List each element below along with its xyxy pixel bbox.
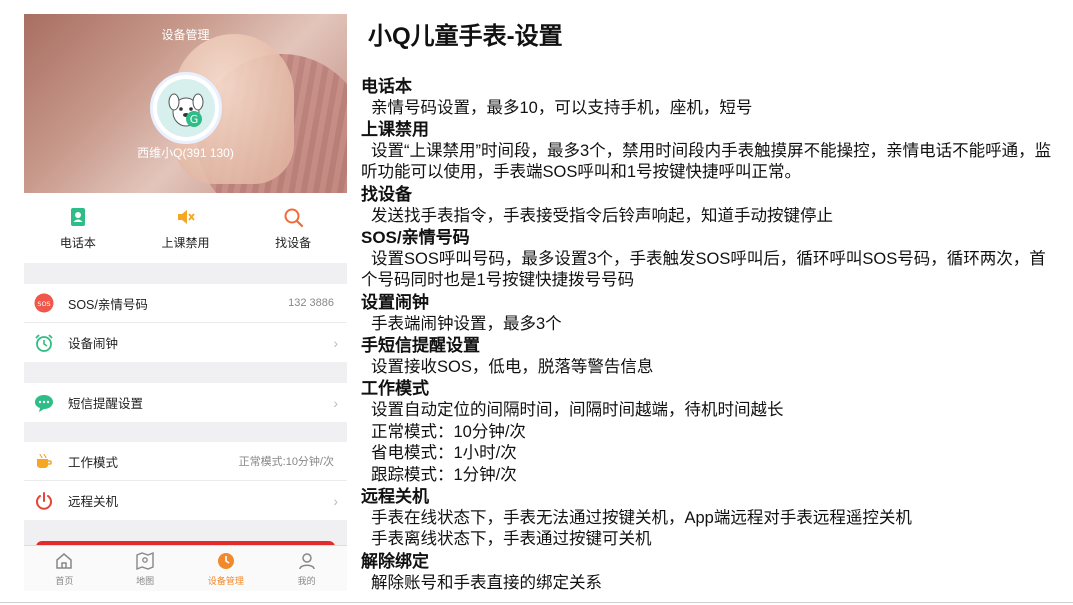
row-sms-label: 短信提醒设置	[68, 397, 144, 411]
device-name: 西维小Q(391 130)	[137, 146, 234, 160]
document-title: 小Q儿童手表-设置	[368, 23, 563, 50]
quick-class-mute[interactable]: 上课禁用	[132, 193, 240, 263]
section-text: 发送找手表指令，手表接受指令后铃声响起，知道手动按键停止	[371, 206, 833, 225]
section-text: 跟踪模式：1分钟/次	[371, 465, 517, 484]
page-title: 设备管理	[161, 28, 210, 42]
row-sos-numbers[interactable]: SOS SOS/亲情号码 132 3886	[24, 284, 347, 323]
section-heading: 找设备	[361, 184, 412, 204]
alarm-icon	[33, 332, 55, 354]
quick-class-mute-label: 上课禁用	[161, 235, 210, 250]
row-sos-label: SOS/亲情号码	[68, 297, 148, 312]
phone-screen: 设备管理 G 西维小Q(391 130) 电话本 上课禁用 找设备 SOS SO…	[24, 14, 347, 591]
section-text: 手表在线状态下，手表无法通过按键关机，App端远程对手表远程遥控关机	[371, 508, 912, 527]
quick-actions: 电话本 上课禁用 找设备	[24, 193, 347, 263]
section-text: 设置“上课禁用”时间段，最多3个，禁用时间段内手表触摸屏不能操控，亲情电话不能呼…	[361, 141, 1052, 182]
row-work-mode-value: 正常模式:10分钟/次	[238, 456, 334, 468]
section-text: 手表端闹钟设置，最多3个	[371, 314, 562, 333]
map-icon	[136, 551, 154, 570]
bottom-tab-bar: 首页 地图 设备管理 我的	[24, 545, 347, 591]
tab-home[interactable]: 首页	[24, 546, 105, 591]
row-shutdown-label: 远程关机	[68, 495, 119, 509]
section-heading: 工作模式	[361, 379, 429, 399]
section-text: 设置SOS呼叫号码，最多设置3个，手表触发SOS呼叫后，循环呼叫SOS号码，循环…	[361, 249, 1046, 290]
chevron-right-icon: ›	[333, 334, 338, 351]
chevron-right-icon: ›	[333, 492, 338, 509]
section-heading: 设置闹钟	[361, 292, 429, 312]
section-heading: 电话本	[361, 77, 412, 96]
section-text: 解除账号和手表直接的绑定关系	[371, 573, 602, 592]
row-work-mode-label: 工作模式	[68, 455, 119, 470]
device-icon	[217, 552, 234, 569]
settings-group-3: 工作模式 正常模式:10分钟/次 远程关机 ›	[24, 442, 347, 520]
tab-device-label: 设备管理	[207, 575, 244, 586]
section-heading: SOS/亲情号码	[361, 228, 470, 248]
section-heading: 上课禁用	[361, 120, 429, 140]
quick-phonebook-label: 电话本	[59, 235, 96, 250]
quick-find-device[interactable]: 找设备	[239, 193, 347, 263]
search-icon	[284, 208, 304, 227]
tab-map-label: 地图	[136, 575, 155, 586]
svg-text:SOS: SOS	[37, 300, 50, 308]
section-heading: 远程关机	[361, 487, 429, 507]
mute-icon	[177, 209, 195, 224]
device-header: 设备管理 G 西维小Q(391 130)	[24, 14, 347, 193]
settings-group-2: 短信提醒设置 ›	[24, 383, 347, 422]
home-icon	[56, 552, 73, 569]
settings-group-1: SOS SOS/亲情号码 132 3886 设备闹钟 ›	[24, 284, 347, 362]
settings-description: 电话本 亲情号码设置，最多10，可以支持手机，座机，短号 上课禁用 设置“上课禁…	[361, 76, 1061, 594]
section-text: 手表离线状态下，手表通过按键可关机	[371, 530, 652, 549]
section-text: 亲情号码设置，最多10，可以支持手机，座机，短号	[371, 98, 753, 117]
row-sms-reminder[interactable]: 短信提醒设置 ›	[24, 383, 347, 422]
chevron-right-icon: ›	[333, 394, 338, 411]
row-remote-shutdown[interactable]: 远程关机 ›	[24, 481, 347, 520]
quick-phonebook[interactable]: 电话本	[24, 193, 132, 263]
section-text: 设置接收SOS，低电，脱落等警告信息	[371, 357, 654, 376]
quick-find-device-label: 找设备	[275, 235, 312, 250]
device-avatar[interactable]: G	[150, 72, 222, 144]
cup-icon	[33, 450, 55, 472]
slide-bottom-rule	[0, 602, 1073, 603]
avatar-image: G	[157, 79, 215, 137]
tab-profile[interactable]: 我的	[266, 546, 347, 591]
section-text: 省电模式：1小时/次	[371, 444, 517, 463]
row-alarm-label: 设备闹钟	[68, 337, 119, 351]
tab-profile-label: 我的	[297, 575, 316, 586]
row-device-alarm[interactable]: 设备闹钟 ›	[24, 323, 347, 362]
section-text: 正常模式：10分钟/次	[371, 422, 526, 441]
dog-avatar-icon: G	[168, 93, 204, 127]
user-icon	[298, 552, 315, 569]
section-text: 设置自动定位的间隔时间，间隔时间越端，待机时间越长	[371, 400, 784, 419]
section-heading: 解除绑定	[361, 552, 429, 572]
power-icon	[33, 490, 55, 512]
row-sos-value: 132 3886	[288, 297, 334, 309]
phonebook-icon	[70, 207, 85, 226]
row-work-mode[interactable]: 工作模式 正常模式:10分钟/次	[24, 442, 347, 481]
tab-home-label: 首页	[55, 575, 74, 586]
tab-map[interactable]: 地图	[105, 546, 186, 591]
svg-text:G: G	[190, 113, 199, 126]
message-icon	[33, 392, 55, 414]
tab-device-management[interactable]: 设备管理	[186, 546, 267, 591]
section-heading: 手短信提醒设置	[361, 336, 480, 356]
sos-icon: SOS	[33, 292, 55, 314]
